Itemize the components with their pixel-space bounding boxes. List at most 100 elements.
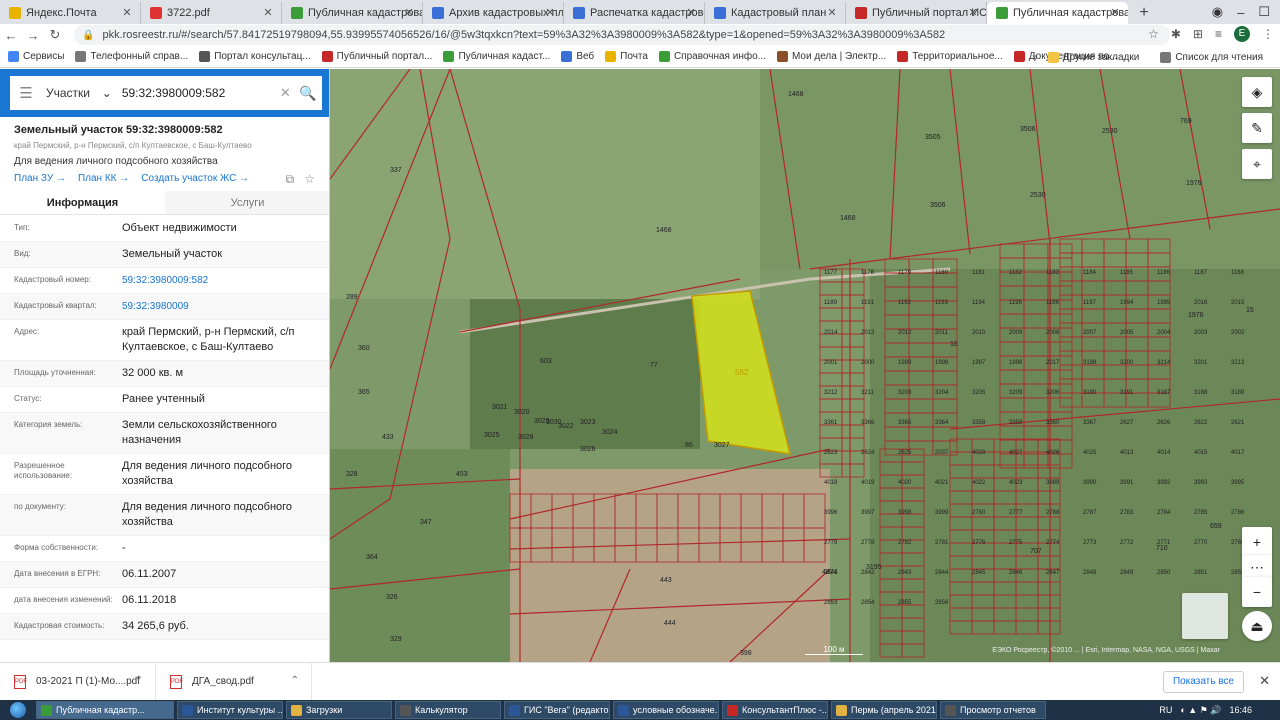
show-all-downloads-button[interactable]: Показать все [1162,671,1244,693]
close-tab-icon[interactable]: ✕ [1108,6,1122,20]
parcel-label: 2771 [1157,540,1171,546]
taskbar-item[interactable]: Калькулятор [395,701,501,719]
menu-kebab-icon[interactable]: ⋮ [1262,27,1274,41]
browser-tab[interactable]: Яндекс.Почта ✕ [0,2,141,24]
taskbar-item[interactable]: условные обозначе... [613,701,719,719]
bookmark-favicon-icon [75,51,87,62]
start-button[interactable] [0,700,36,720]
close-tab-icon[interactable]: ✕ [402,6,416,20]
bookmark-item[interactable]: Сервисы [8,51,64,62]
parcel-label: 4013 [1120,450,1134,456]
search-icon[interactable]: 🔍 [294,85,322,102]
bookmark-item[interactable]: Территориальное... [897,51,1003,62]
other-bookmarks[interactable]: Другие закладки [1047,51,1139,63]
tray-icons[interactable]: ◐ ▲ ⚑ 🔊 [1180,705,1221,716]
clear-icon[interactable]: ✕ [277,85,294,101]
bookmark-item[interactable]: Публичный портал... [321,51,432,62]
info-value[interactable]: 59:32:3980009 [122,299,316,314]
language-indicator[interactable]: RU [1159,705,1172,715]
bookmarks-overflow-icon[interactable]: » [1032,52,1038,63]
ruler-icon[interactable]: ✎ [1242,113,1272,143]
bookmark-item[interactable]: Почта [605,51,648,62]
folder-icon [1047,51,1059,63]
taskbar-item[interactable]: Институт культуры ... [177,701,283,719]
close-tab-icon[interactable]: ✕ [825,6,839,20]
close-icon[interactable]: ✕ [1259,673,1270,689]
tab-search-icon[interactable]: ◉ [1212,4,1223,20]
browser-tab[interactable]: 3722.pdf ✕ [141,2,282,24]
plan-zu-link[interactable]: План ЗУ → [14,173,66,184]
maximize-button[interactable]: ☐ [1258,4,1270,20]
browser-tab[interactable]: Публичная кадастровая к✕ [987,2,1128,24]
taskbar-item[interactable]: Пермь (апрель 2021... [831,701,937,719]
forward-icon[interactable]: → [22,28,44,43]
reload-icon[interactable]: ↻ [44,27,66,43]
extension-icon[interactable]: ✱ [1171,27,1181,41]
copy-icon[interactable]: ⧉ [286,172,295,187]
layers-icon[interactable]: ◈ [1242,77,1272,107]
info-value: Для ведения личного подсобного хозяйства [122,460,293,487]
bookmark-item[interactable]: Портал консультац... [199,51,311,62]
menu-icon[interactable]: ☰ [10,84,42,102]
close-tab-icon[interactable]: ✕ [966,6,980,20]
close-tab-icon[interactable]: ✕ [261,6,275,20]
parcel-label: 1181 [972,270,986,276]
browser-tab[interactable]: Публичная кадастровая к✕ [282,2,423,24]
back-icon[interactable]: ← [0,28,22,43]
parcel-label: 443 [660,577,672,584]
lock-icon[interactable]: 🔒 [82,30,94,41]
more-icon[interactable]: ⋯ [1242,555,1272,579]
parcel-label: 1994 [1120,300,1134,306]
zoom-out-button[interactable]: − [1242,577,1272,607]
locate-icon[interactable]: ⌖ [1242,149,1272,179]
windows-logo-icon [10,702,26,718]
browser-tab[interactable]: Распечатка кадастровой к✕ [564,2,705,24]
tab-services[interactable]: Услуги [165,191,329,214]
browser-tab[interactable]: Публичный портал ИСОГД✕ [846,2,987,24]
map-view[interactable]: 582 1468 337 289 360 365 433 328 347 364 326 329 603… [330,69,1280,662]
taskbar-item[interactable]: КонсультантПлюс -... [722,701,828,719]
search-type-select[interactable]: Участки ⌄ [42,86,118,100]
taskbar-item[interactable]: Публичная кадастр... [36,701,174,719]
parcel-label: 3025 [484,432,500,439]
bookmark-item[interactable]: Справочная инфо... [658,51,766,62]
minimize-button[interactable]: – [1237,5,1244,20]
plan-kk-link[interactable]: План КК → [78,173,129,184]
parcel-label: 3358 [972,420,986,426]
bookmark-item[interactable]: Телефонный справ... [75,51,188,62]
download-item[interactable]: PDF ДГА_свод.pdf ⌃ [156,662,312,701]
reading-list-icon[interactable]: ≡ [1215,27,1222,41]
zoom-in-button[interactable]: + [1242,527,1272,557]
reading-list[interactable]: Список для чтения [1160,51,1263,63]
chevron-up-icon[interactable]: ⌃ [291,675,299,686]
profile-avatar[interactable]: E [1234,26,1250,42]
window-controls: ◉ – ☐ [1212,0,1280,24]
star-icon[interactable]: ☆ [1148,27,1159,41]
bookmark-item[interactable]: Веб [561,51,594,62]
taskbar-item[interactable]: Просмотр отчетов [940,701,1046,719]
new-tab-button[interactable]: + [1132,2,1156,24]
puzzle-icon[interactable]: ⊞ [1193,27,1203,41]
url-bar[interactable]: 🔒 pkk.rosreestr.ru/#/search/57.841725197… [74,25,1170,45]
taskbar-item[interactable]: Загрузки [286,701,392,719]
clock[interactable]: 16:46 [1229,705,1252,715]
bookmark-item[interactable]: Мои дела | Электр... [776,51,886,62]
browser-tab[interactable]: Архив кадастровых планов✕ [423,2,564,24]
close-tab-icon[interactable]: ✕ [120,6,134,20]
cadastral-map[interactable]: 582 1468 337 289 360 365 433 328 347 364 326 329 603… [330,69,1280,662]
browser-tab[interactable]: Кадастровый план ✕ [705,2,846,24]
close-tab-icon[interactable]: ✕ [543,6,557,20]
compass-icon[interactable]: ⏏ [1242,611,1272,641]
tab-info[interactable]: Информация [0,191,165,214]
info-value[interactable]: 59:32:3980009:582 [122,273,316,288]
download-item[interactable]: PDF 03-2021 П (1)-Мо....pdf ⌃ [0,662,156,701]
parcel-label: 2787 [1083,510,1097,516]
bookmark-item[interactable]: Публичная кадаст... [443,51,550,62]
minimap[interactable] [1182,593,1228,639]
search-input[interactable] [117,86,277,100]
taskbar-item[interactable]: ГИС "Вега" (редакто... [504,701,610,719]
chevron-up-icon[interactable]: ⌃ [135,675,143,686]
create-plot-link[interactable]: Создать участок ЖС → [141,173,249,184]
close-tab-icon[interactable]: ✕ [684,6,698,20]
favorite-star-icon[interactable]: ☆ [304,172,315,187]
